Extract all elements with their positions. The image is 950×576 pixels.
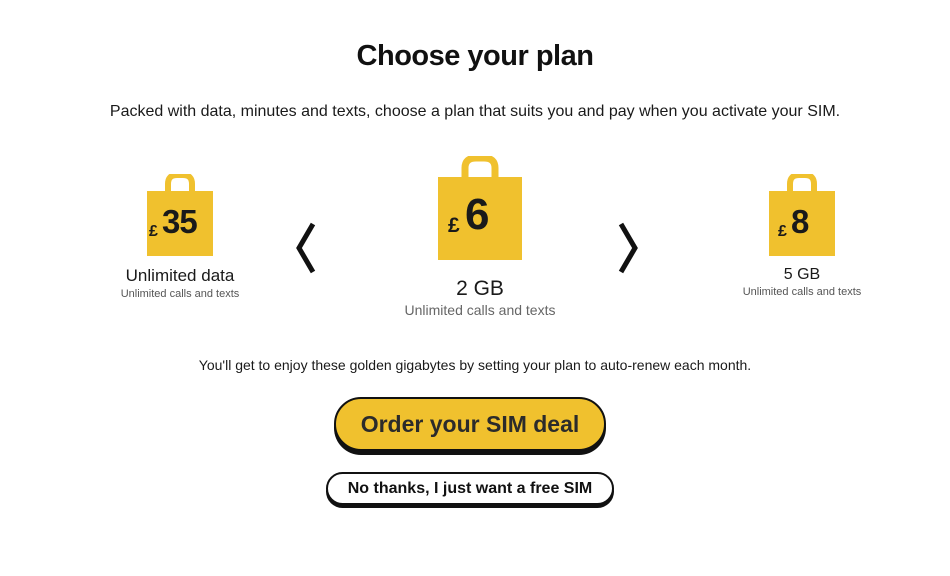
chevron-right-icon <box>618 222 638 274</box>
page-subtitle: Packed with data, minutes and texts, cho… <box>109 103 841 120</box>
free-sim-button[interactable]: No thanks, I just want a free SIM <box>326 472 614 505</box>
shopping-bag-icon: £ 6 <box>438 156 522 260</box>
plan-description: Unlimited calls and texts <box>404 302 556 318</box>
previous-plan-button[interactable] <box>291 220 321 276</box>
shopping-bag-icon: £ 8 <box>769 174 835 256</box>
plan-currency: £ <box>149 223 158 240</box>
plan-price: 35 <box>162 203 197 240</box>
auto-renew-note: You'll get to enjoy these golden gigabyt… <box>198 357 752 373</box>
plan-name: 2 GB <box>456 277 504 300</box>
plan-card-2gb[interactable]: £ 6 2 GB Unlimited calls and texts <box>380 156 580 318</box>
plan-name: Unlimited data <box>125 266 235 285</box>
plan-currency: £ <box>778 223 787 240</box>
plan-currency: £ <box>448 214 460 237</box>
shopping-bag-icon: £ 35 <box>147 174 213 256</box>
plan-card-5gb[interactable]: £ 8 5 GB Unlimited calls and texts <box>722 174 882 298</box>
chevron-left-icon <box>296 222 316 274</box>
next-plan-button[interactable] <box>613 220 643 276</box>
plan-name: 5 GB <box>783 266 821 283</box>
plan-price: 8 <box>791 203 809 240</box>
plan-card-unlimited[interactable]: £ 35 Unlimited data Unlimited calls and … <box>100 174 260 300</box>
plan-description: Unlimited calls and texts <box>120 288 240 300</box>
plan-price: 6 <box>465 190 489 239</box>
page-title: Choose your plan <box>356 40 594 72</box>
order-sim-deal-button[interactable]: Order your SIM deal <box>334 397 606 451</box>
plan-description: Unlimited calls and texts <box>742 286 862 298</box>
